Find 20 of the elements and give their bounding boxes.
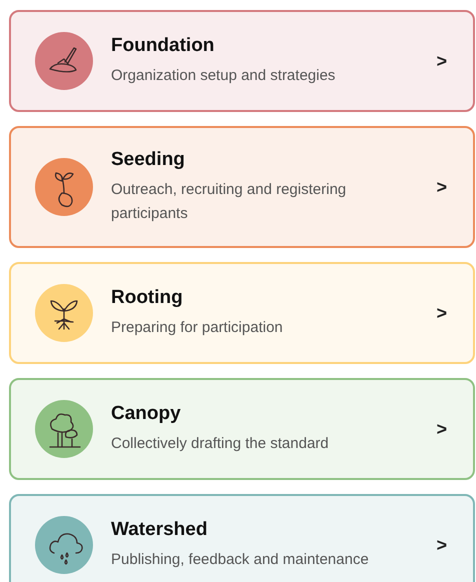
stage-description: Preparing for participation (111, 318, 284, 338)
stage-description: Outreach, recruiting and registering participants (111, 180, 348, 224)
stage-title: Watershed (111, 518, 208, 542)
stage-card[interactable]: Watershed Publishing, feedback and maintenance > (9, 494, 475, 582)
stage-title: Canopy (111, 402, 182, 426)
stage-title: Rooting (111, 286, 184, 310)
stage-card[interactable]: Seeding Outreach, recruiting and registering participants > (9, 126, 475, 248)
stage-card[interactable]: Canopy Collectively drafting the standard > (9, 378, 475, 480)
chevron-icon: > (436, 48, 447, 74)
chevron-icon: > (436, 174, 447, 200)
stage-card[interactable]: Rooting Preparing for participation > (9, 262, 475, 364)
chevron-icon: > (436, 300, 447, 326)
stage-description: Publishing, feedback and maintenance (111, 550, 370, 570)
stage-title: Foundation (111, 34, 216, 58)
stage-title: Seeding (111, 148, 186, 172)
stage-description: Organization setup and strategies (111, 66, 336, 86)
stage-description: Collectively drafting the standard (111, 434, 330, 454)
stage-card[interactable]: Foundation Organization setup and strategies > (9, 10, 475, 112)
chevron-icon: > (436, 532, 447, 558)
chevron-icon: > (436, 416, 447, 442)
